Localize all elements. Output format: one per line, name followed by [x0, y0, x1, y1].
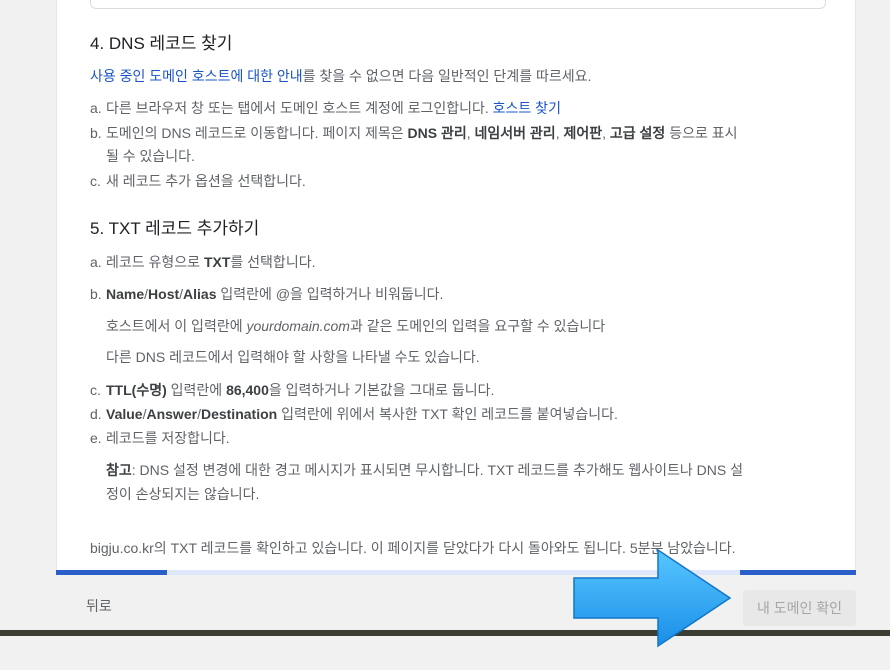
step-5a: a. 레코드 유형으로 TXT를 선택합니다. — [90, 254, 316, 270]
step-4b: b. 도메인의 DNS 레코드로 이동합니다. 페이지 제목은 DNS 관리, 네… — [90, 125, 738, 141]
step-5b: b. Name/Host/Alias 입력란에 @을 입력하거나 비워둡니다. — [90, 286, 444, 302]
step-4a: a. 다른 브라우저 창 또는 탭에서 도메인 호스트 계정에 로그인합니다. 호… — [90, 100, 561, 116]
progress-fill-left — [56, 570, 167, 575]
dns-warning-note-continued: 정이 손상되지는 않습니다. — [106, 486, 260, 502]
progress-fill-right — [740, 570, 856, 575]
step-5d: d. Value/Answer/Destination 입력란에 위에서 복사한 … — [90, 406, 618, 422]
section-4-intro: 사용 중인 도메인 호스트에 대한 안내를 찾을 수 없으면 다음 일반적인 단… — [90, 68, 592, 84]
bottom-edge-strip — [0, 630, 890, 636]
step-5b-note-2: 다른 DNS 레코드에서 입력해야 할 사항을 나타낼 수도 있습니다. — [106, 349, 480, 365]
section-5-heading: 5. TXT 레코드 추가하기 — [90, 219, 260, 238]
step-4b-continued: 될 수 있습니다. — [106, 148, 195, 164]
arrow-pointer-icon — [573, 548, 732, 648]
section-4-heading: 4. DNS 레코드 찾기 — [90, 34, 233, 53]
step-4c: c. 새 레코드 추가 옵션을 선택합니다. — [90, 173, 306, 189]
verify-domain-button[interactable]: 내 도메인 확인 — [743, 590, 856, 626]
dns-warning-note: 참고: DNS 설정 변경에 대한 경고 메시지가 표시되면 무시합니다. TX… — [106, 462, 743, 478]
step-5c: c. TTL(수명) 입력란에 86,400을 입력하거나 기본값을 그대로 둡니… — [90, 382, 495, 398]
step-5b-note-1: 호스트에서 이 입력란에 yourdomain.com과 같은 도메인의 입력을… — [106, 318, 606, 334]
domain-host-guide-link[interactable]: 사용 중인 도메인 호스트에 대한 안내 — [90, 68, 303, 84]
previous-code-box — [90, 0, 826, 9]
back-button[interactable]: 뒤로 — [86, 596, 112, 616]
verification-progress-bar — [56, 570, 856, 575]
setup-card: 4. DNS 레코드 찾기 사용 중인 도메인 호스트에 대한 안내를 찾을 수… — [56, 0, 856, 572]
find-host-link[interactable]: 호스트 찾기 — [493, 100, 561, 116]
step-5e: e. 레코드를 저장합니다. — [90, 430, 230, 446]
